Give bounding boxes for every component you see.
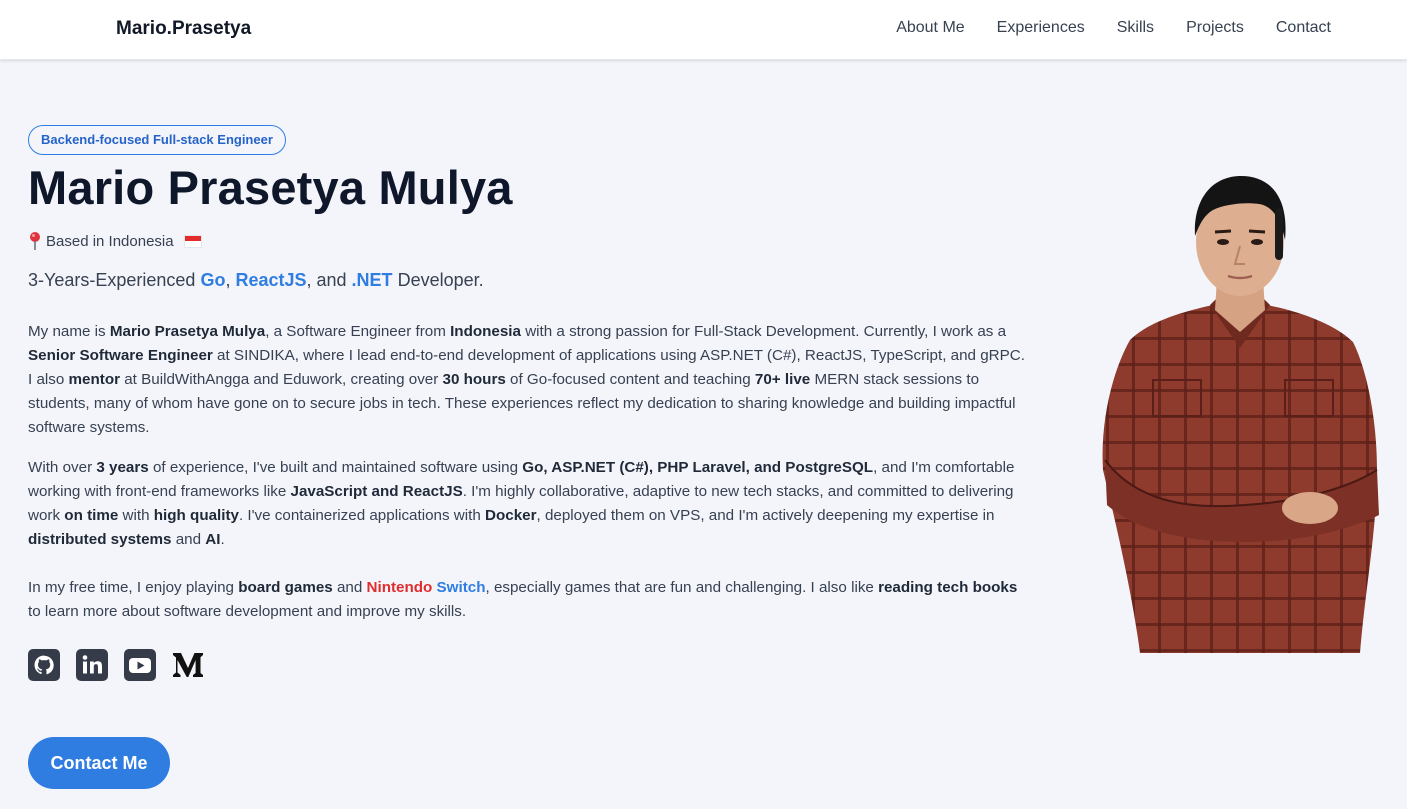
text-run: AI	[205, 531, 221, 548]
text-run: reading tech books	[878, 579, 1018, 596]
github-icon[interactable]	[28, 649, 60, 681]
profile-portrait	[1095, 170, 1385, 653]
indonesia-flag-icon	[183, 234, 202, 248]
text-run: .	[220, 531, 225, 548]
text-run: to learn more about software development…	[28, 603, 467, 620]
text-run: Indonesia	[450, 323, 521, 340]
text-run: With over	[28, 459, 97, 476]
text-run: mentor	[68, 371, 121, 388]
text-run: 3 years	[96, 459, 149, 476]
text-run: Go, ASP.NET (C#), PHP Laravel, and Postg…	[522, 459, 874, 476]
linkedin-icon[interactable]	[76, 649, 108, 681]
contact-me-button[interactable]: Contact Me	[28, 737, 170, 789]
tagline-dotnet: .NET	[351, 270, 393, 290]
tagline-sep: ,	[225, 270, 236, 290]
nav-link-about-me[interactable]: About Me	[896, 19, 964, 37]
youtube-icon[interactable]	[124, 649, 156, 681]
about-paragraph-1: My name is Mario Prasetya Mulya, a Softw…	[28, 320, 1028, 440]
text-run: of Go-focused content and teaching	[505, 371, 755, 388]
text-run: Mario Prasetya Mulya	[109, 323, 266, 340]
about-paragraph-2: With over 3 years of experience, I've bu…	[28, 456, 1028, 552]
nav-link-projects[interactable]: Projects	[1186, 19, 1244, 37]
medium-icon[interactable]	[172, 649, 204, 681]
navbar: Mario.Prasetya About Me Experiences Skil…	[0, 0, 1407, 60]
about-paragraph-3: In my free time, I enjoy playing board g…	[28, 576, 1028, 624]
brand-logo-text[interactable]: Mario.Prasetya	[116, 18, 251, 40]
tagline-prefix: 3-Years-Experienced	[28, 270, 201, 290]
text-run: , especially games that are fun and chal…	[485, 579, 879, 596]
text-run: distributed systems	[28, 531, 172, 548]
text-run: 30 hours	[442, 371, 506, 388]
location-line: Based in Indonesia	[28, 230, 202, 252]
text-run: and	[171, 531, 206, 548]
text-run: My name is	[28, 323, 110, 340]
text-run: 70+ live	[754, 371, 811, 388]
nav-links: About Me Experiences Skills Projects Con…	[896, 19, 1331, 37]
location-text: Based in Indonesia	[46, 232, 174, 250]
text-run: Docker	[485, 507, 537, 524]
pin-icon	[28, 231, 42, 251]
role-badge: Backend-focused Full-stack Engineer	[28, 125, 286, 155]
tagline-suffix: Developer.	[392, 270, 484, 290]
tagline-reactjs: ReactJS	[235, 270, 307, 290]
text-run: Nintendo	[366, 579, 433, 596]
text-run: high quality	[153, 507, 239, 524]
text-run: JavaScript and ReactJS	[290, 483, 463, 500]
text-run: In my free time, I enjoy playing	[28, 579, 239, 596]
text-run: with a strong passion for Full-Stack Dev…	[520, 323, 1007, 340]
tagline: 3-Years-Experienced Go, ReactJS, and .NE…	[28, 270, 484, 291]
hero-name: Mario Prasetya Mulya	[28, 161, 513, 214]
text-run: . I've containerized applications with	[238, 507, 486, 524]
text-run: Switch	[436, 579, 486, 596]
tagline-sep: , and	[306, 270, 352, 290]
social-links	[28, 649, 204, 681]
tagline-go: Go	[200, 270, 226, 290]
text-run: Senior Software Engineer	[28, 347, 213, 364]
nav-link-skills[interactable]: Skills	[1117, 19, 1154, 37]
text-run: with	[118, 507, 154, 524]
nav-link-experiences[interactable]: Experiences	[997, 19, 1085, 37]
text-run: and	[332, 579, 367, 596]
text-run: , deployed them on VPS, and I'm actively…	[536, 507, 995, 524]
text-run: at BuildWithAngga and Eduwork, creating …	[120, 371, 443, 388]
text-run: , a Software Engineer from	[265, 323, 451, 340]
text-run: of experience, I've built and maintained…	[148, 459, 523, 476]
text-run: on time	[64, 507, 119, 524]
nav-link-contact[interactable]: Contact	[1276, 19, 1331, 37]
text-run: board games	[238, 579, 333, 596]
